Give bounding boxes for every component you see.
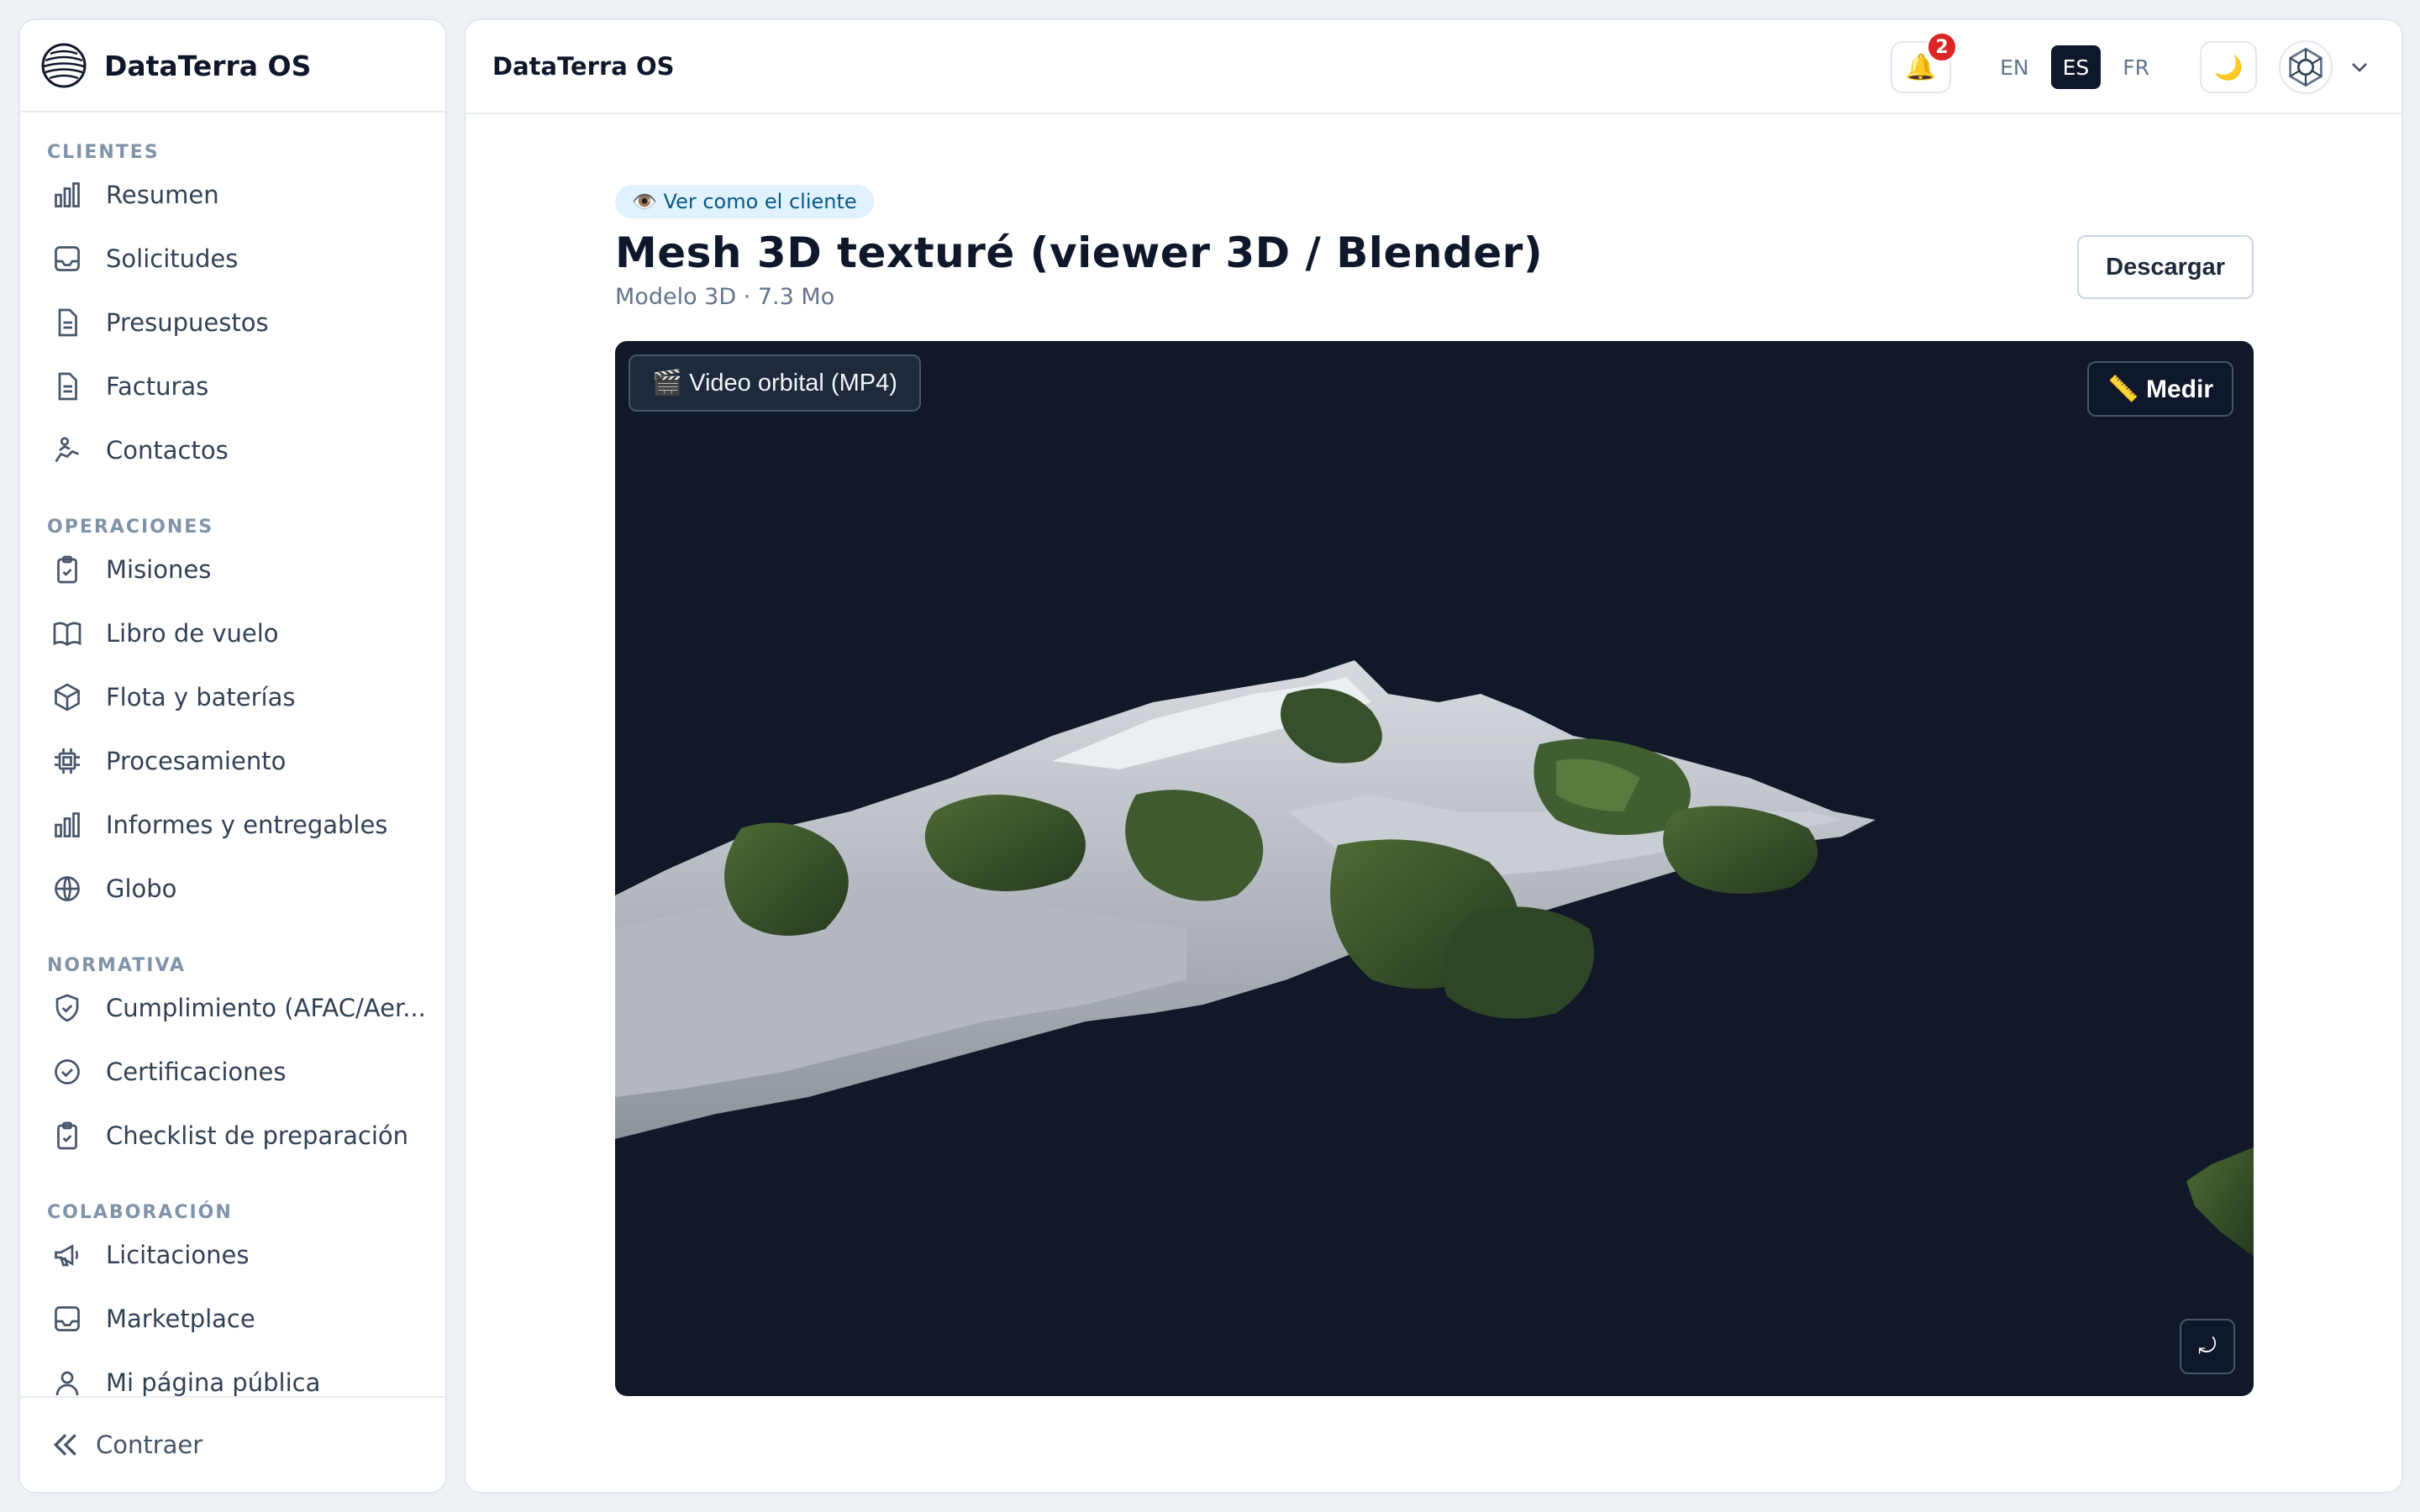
sidebar-item-marketplace[interactable]: Marketplace — [20, 1287, 445, 1351]
reset-view-button[interactable]: ⤾ — [2180, 1319, 2235, 1374]
orbital-video-button[interactable]: 🎬 Video orbital (MP4) — [629, 354, 921, 412]
notification-badge: 2 — [1926, 31, 1959, 63]
brand-title: DataTerra OS — [104, 49, 312, 82]
model-3d-viewer[interactable]: 🎬 Video orbital (MP4) 📏 Medir ⤾ — [615, 341, 2254, 1396]
sidebar-item-label: Licitaciones — [106, 1241, 250, 1269]
book-icon — [50, 617, 84, 650]
sidebar-item-label: Solicitudes — [106, 244, 239, 273]
lang-en-button[interactable]: EN — [1988, 45, 2041, 89]
sidebar-item-contactos[interactable]: Contactos — [20, 418, 445, 482]
sidebar-item-label: Informes y entregables — [106, 811, 388, 839]
sidebar-item-certificaciones[interactable]: Certificaciones — [20, 1040, 445, 1104]
sidebar-item-checklist[interactable]: Checklist de preparación — [20, 1104, 445, 1168]
collapse-sidebar-button[interactable]: Contraer — [20, 1396, 445, 1492]
moon-icon: 🌙 — [2213, 53, 2244, 81]
sidebar-item-libro-de-vuelo[interactable]: Libro de vuelo — [20, 601, 445, 665]
shield-check-icon — [50, 991, 84, 1025]
theme-toggle-button[interactable]: 🌙 — [2200, 41, 2257, 93]
hexagon-logo-icon — [2289, 47, 2323, 87]
sidebar-item-licitaciones[interactable]: Licitaciones — [20, 1223, 445, 1287]
download-button[interactable]: Descargar — [2077, 235, 2254, 299]
sidebar-item-facturas[interactable]: Facturas — [20, 354, 445, 418]
bar-chart-icon — [50, 808, 84, 842]
view-as-client-badge[interactable]: 👁️ Ver como el cliente — [615, 185, 874, 218]
language-switcher: EN ES FR — [1983, 45, 2166, 89]
handshake-icon — [50, 433, 84, 467]
notifications-button[interactable]: 🔔 2 — [1891, 31, 1959, 93]
double-chevron-left-icon — [49, 1428, 82, 1462]
sidebar-item-presupuestos[interactable]: Presupuestos — [20, 291, 445, 354]
sidebar-item-label: Contactos — [106, 436, 229, 465]
page-subtitle: Modelo 3D · 7.3 Mo — [615, 284, 835, 310]
avatar[interactable] — [2279, 40, 2333, 94]
sidebar-item-label: Certificaciones — [106, 1058, 287, 1086]
page-title: Mesh 3D texturé (viewer 3D / Blender) — [615, 228, 1544, 277]
sidebar-item-label: Globo — [106, 874, 177, 903]
topbar-actions: 🔔 2 EN ES FR 🌙 — [1891, 20, 2373, 114]
sidebar-nav: CLIENTES Resumen Solicitudes Presupuesto… — [20, 114, 445, 1396]
clipboard-check-icon — [50, 1119, 84, 1152]
sidebar-item-pagina-publica[interactable]: Mi página pública — [20, 1351, 445, 1396]
mesh-fragment — [2186, 1147, 2254, 1257]
user-icon — [50, 1366, 84, 1396]
sidebar-item-label: Mi página pública — [106, 1368, 321, 1396]
clipboard-check-icon — [50, 553, 84, 586]
inbox-icon — [50, 1302, 84, 1336]
megaphone-icon — [50, 1238, 84, 1272]
section-title-normativa: NORMATIVA — [47, 955, 187, 976]
mesh-vegetation — [924, 795, 1086, 891]
cube-icon — [50, 680, 84, 714]
sidebar-item-solicitudes[interactable]: Solicitudes — [20, 227, 445, 291]
sidebar-item-label: Checklist de preparación — [106, 1121, 409, 1150]
section-title-operaciones: OPERACIONES — [47, 517, 214, 538]
sidebar-item-informes[interactable]: Informes y entregables — [20, 793, 445, 857]
sidebar-item-flota[interactable]: Flota y baterías — [20, 665, 445, 729]
sidebar-item-label: Resumen — [106, 181, 219, 209]
sidebar-item-misiones[interactable]: Misiones — [20, 538, 445, 601]
document-icon — [50, 370, 84, 403]
lang-fr-button[interactable]: FR — [2111, 45, 2161, 89]
check-circle-icon — [50, 1055, 84, 1089]
sidebar-item-label: Misiones — [106, 555, 212, 584]
reset-view-icon: ⤾ — [2198, 1333, 2217, 1358]
chevron-down-icon[interactable] — [2346, 54, 2373, 81]
sidebar-item-label: Flota y baterías — [106, 683, 296, 711]
sidebar-item-label: Presupuestos — [106, 308, 269, 337]
sidebar-item-label: Facturas — [106, 372, 209, 401]
sidebar-item-cumplimiento[interactable]: Cumplimiento (AFAC/Aer... — [20, 976, 445, 1040]
bar-chart-icon — [50, 178, 84, 212]
topbar-title: DataTerra OS — [492, 52, 675, 81]
sidebar-item-resumen[interactable]: Resumen — [20, 163, 445, 227]
collapse-label: Contraer — [96, 1431, 203, 1459]
sidebar-item-globo[interactable]: Globo — [20, 857, 445, 921]
cpu-icon — [50, 744, 84, 778]
measure-button[interactable]: 📏 Medir — [2087, 361, 2233, 417]
mesh-vegetation — [1442, 906, 1594, 1019]
section-title-clientes: CLIENTES — [47, 142, 160, 163]
topbar: DataTerra OS 🔔 2 EN ES FR 🌙 — [466, 20, 2402, 114]
document-icon — [50, 306, 84, 339]
sidebar-item-label: Cumplimiento (AFAC/Aer... — [106, 994, 426, 1022]
mesh-3d-model[interactable] — [615, 341, 2254, 1396]
globe-icon — [50, 872, 84, 906]
lang-es-button[interactable]: ES — [2050, 45, 2102, 89]
sidebar: DataTerra OS CLIENTES Resumen Solicitude… — [18, 18, 447, 1494]
inbox-icon — [50, 242, 84, 276]
sidebar-item-label: Procesamiento — [106, 747, 287, 775]
section-title-colaboracion: COLABORACIÓN — [47, 1202, 233, 1223]
sidebar-item-label: Marketplace — [106, 1305, 255, 1333]
main-panel: DataTerra OS 🔔 2 EN ES FR 🌙 👁️ Ver como … — [464, 18, 2403, 1494]
sidebar-item-label: Libro de vuelo — [106, 619, 279, 648]
sidebar-item-procesamiento[interactable]: Procesamiento — [20, 729, 445, 793]
globe-logo-icon — [40, 42, 87, 89]
page-header: 👁️ Ver como el cliente Mesh 3D texturé (… — [615, 185, 2254, 310]
brand[interactable]: DataTerra OS — [20, 20, 445, 113]
